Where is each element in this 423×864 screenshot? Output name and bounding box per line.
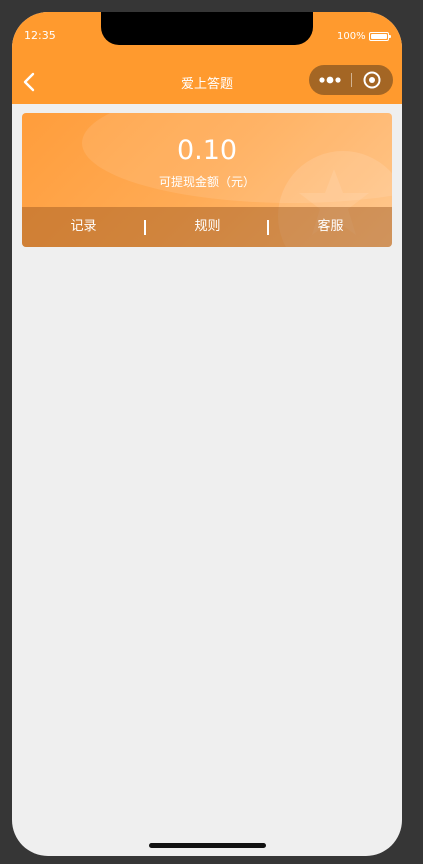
balance-card: 0.10 可提现金额（元） 记录 规则 客服	[22, 113, 392, 247]
balance-amount: 0.10	[176, 135, 238, 166]
balance-label: 可提现金额（元）	[158, 175, 255, 189]
top-bar: 12:35 100% 爱上答题	[12, 12, 402, 104]
mini-program-capsule	[309, 65, 393, 95]
action-bar: 记录 规则 客服	[22, 207, 392, 247]
close-button[interactable]	[352, 65, 393, 95]
status-time: 12:35	[24, 29, 56, 42]
more-dots-icon	[319, 76, 341, 84]
customer-service-button[interactable]: 客服	[269, 207, 392, 247]
rules-button[interactable]: 规则	[146, 207, 269, 247]
records-button[interactable]: 记录	[22, 207, 145, 247]
home-indicator[interactable]	[149, 843, 266, 848]
battery-icon	[369, 32, 391, 41]
phone-screen: 12:35 100% 爱上答题 0.10 可提现金额（元） 记录 规则 客服	[12, 12, 402, 856]
device-notch	[101, 12, 313, 45]
battery-percent: 100%	[337, 31, 366, 42]
more-button[interactable]	[309, 65, 351, 95]
target-close-icon	[363, 71, 381, 89]
